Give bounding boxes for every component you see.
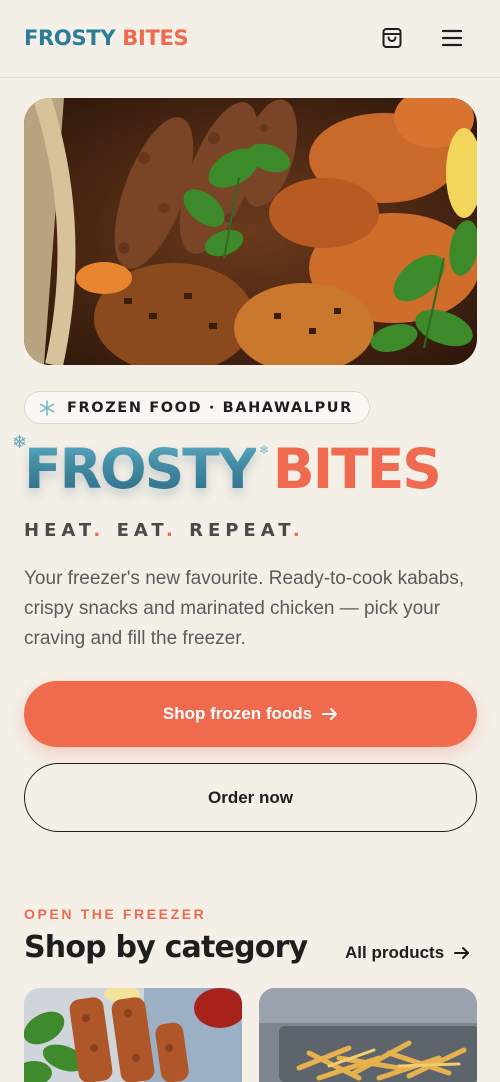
- logo[interactable]: FROSTY BITES: [24, 26, 189, 50]
- order-now-label: Order now: [207, 787, 293, 807]
- category-card-snacks[interactable]: [259, 988, 477, 1082]
- hero-image: [24, 98, 477, 365]
- all-products-link[interactable]: All products: [345, 943, 470, 963]
- hamburger-menu-icon: [441, 29, 463, 47]
- tagline-word: REPEAT: [189, 520, 293, 541]
- menu-button[interactable]: [438, 24, 466, 52]
- arrow-right-icon: [322, 708, 338, 720]
- shopping-bag-icon: [382, 28, 402, 48]
- tagline: HEAT. EAT. REPEAT.: [24, 520, 305, 541]
- cart-button[interactable]: [378, 24, 406, 52]
- section-eyebrow: OPEN THE FREEZER: [24, 906, 207, 922]
- shop-frozen-foods-label: Shop frozen foods: [162, 704, 313, 723]
- all-products-label: All products: [345, 943, 445, 962]
- arrow-right-icon: [454, 947, 470, 959]
- logo-part-frosty: FROSTY: [24, 26, 116, 50]
- snowflake-icon: [40, 399, 54, 416]
- tagline-word: HEAT: [24, 520, 94, 541]
- location-badge: FROZEN FOOD · BAHAWALPUR: [24, 391, 370, 424]
- order-now-button[interactable]: Order now: [24, 763, 477, 832]
- shop-frozen-foods-button[interactable]: Shop frozen foods: [24, 681, 477, 747]
- logo-part-bites: BITES: [122, 26, 189, 50]
- section-title: Shop by category: [24, 930, 308, 965]
- fries-image: [259, 988, 477, 1082]
- badge-label: FROZEN FOOD · BAHAWALPUR: [67, 399, 353, 416]
- hero-title: FROSTY BITES: [24, 437, 442, 501]
- hero-title-bites: BITES: [272, 437, 442, 501]
- kabab-skewers-image: [24, 988, 242, 1082]
- hero-title-frosty: FROSTY: [24, 437, 258, 501]
- site-header: FROSTY BITES: [0, 0, 500, 78]
- category-card-kababs[interactable]: [24, 988, 242, 1082]
- hero-description: Your freezer's new favourite. Ready-to-c…: [24, 568, 465, 649]
- tagline-word: EAT: [116, 520, 166, 541]
- kabab-platter-image: [24, 98, 477, 365]
- snowflake-icon: ❄: [259, 443, 270, 457]
